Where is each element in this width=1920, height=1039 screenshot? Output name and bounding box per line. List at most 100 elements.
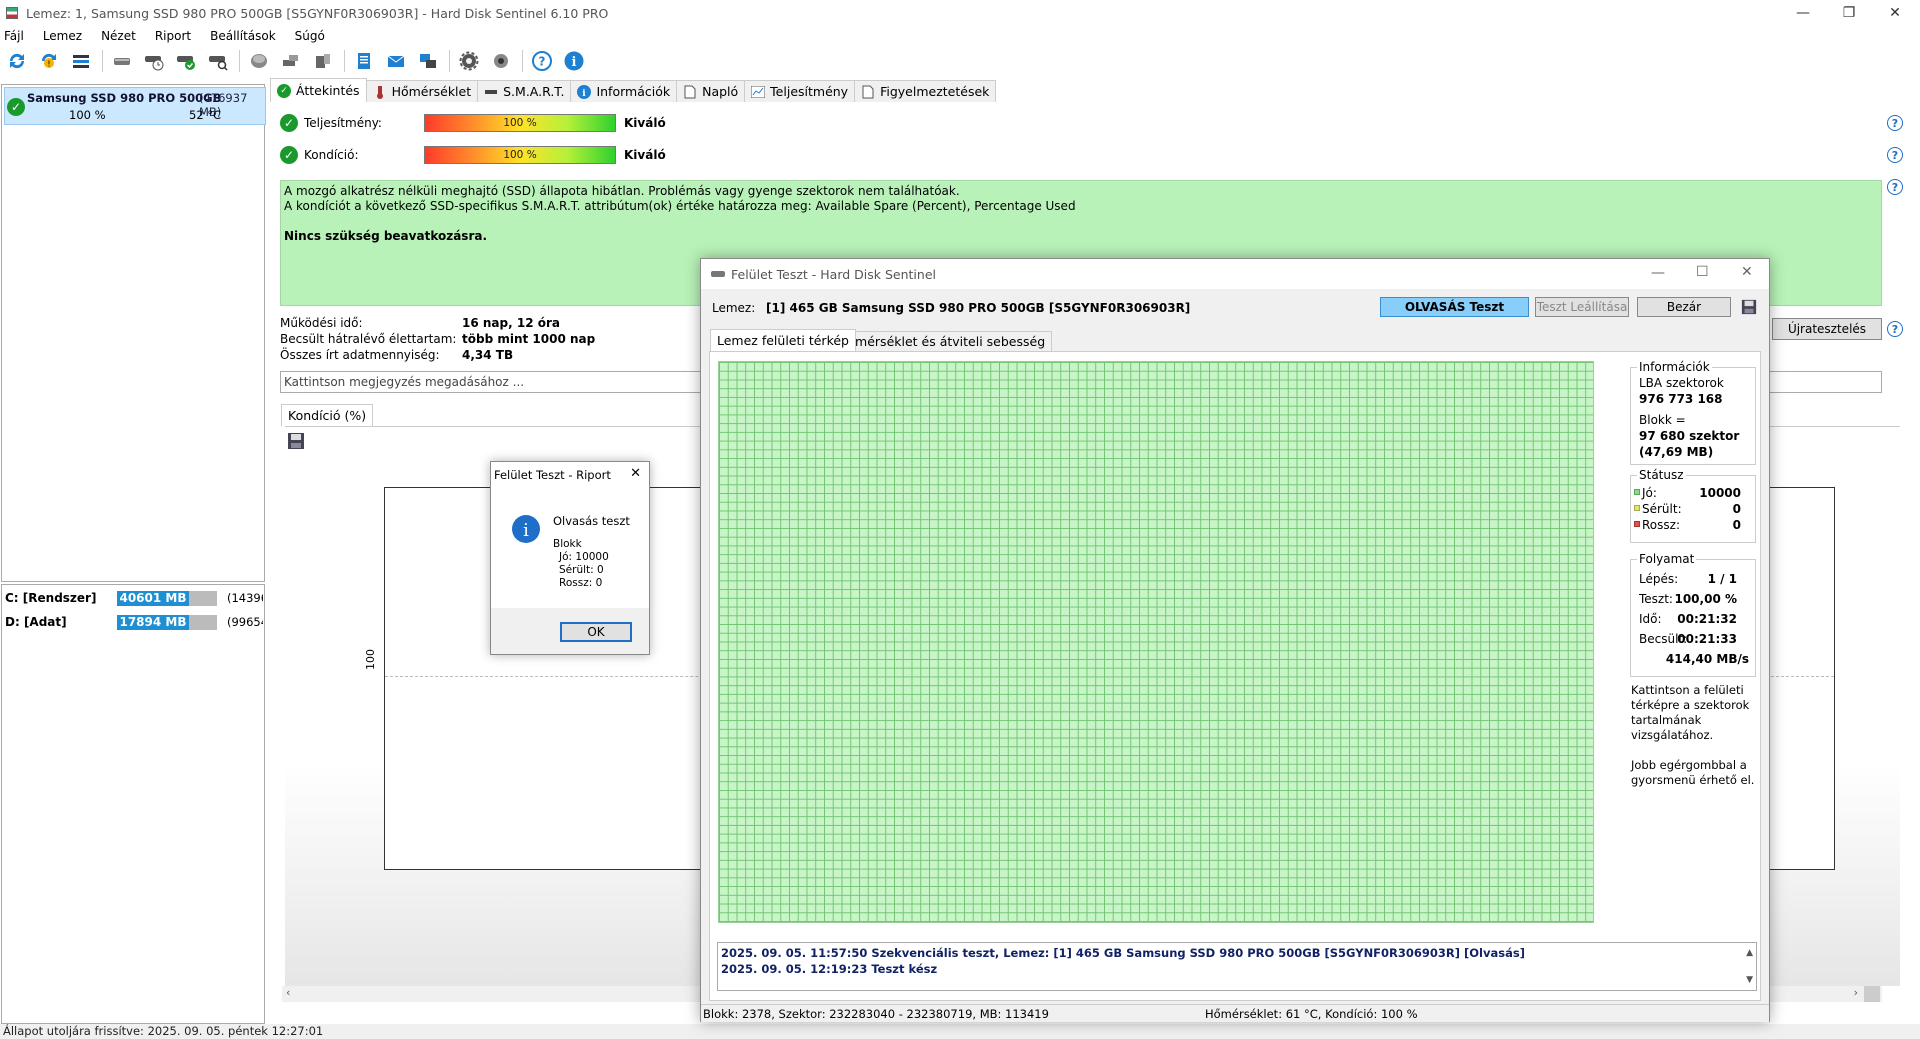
tab-condition-chart[interactable]: Kondíció (%) [281,404,374,426]
minimize-button[interactable]: — [1651,265,1665,281]
network-icon[interactable] [415,49,441,73]
left-panel: ✓ Samsung SSD 980 PRO 500GB (476937 MB) … [0,82,266,1024]
menu-view[interactable]: Nézet [101,29,136,43]
surface-map-grid[interactable] [718,361,1594,923]
settings-gear-icon[interactable] [456,49,482,73]
status-group: Státusz Jó: 10000 Sérült: 0 Rossz: 0 [1630,468,1756,543]
surface-test-log: 2025. 09. 05. 11:57:50 Szekvenciális tes… [717,942,1757,991]
menu-file[interactable]: Fájl [4,29,24,43]
usb-drive-icon[interactable] [278,49,304,73]
retest-button[interactable]: Újratesztelés [1772,318,1882,340]
window-title: Lemez: 1, Samsung SSD 980 PRO 500GB [S5G… [26,5,609,21]
report-dialog-title: Felület Teszt - Riport [494,468,611,482]
external-drive-icon[interactable] [310,49,336,73]
alert-settings-icon[interactable] [488,49,514,73]
help-icon[interactable]: ? [1887,147,1903,163]
condition-bar: 100 % [424,146,616,164]
minimize-button[interactable]: — [1780,0,1826,26]
tab-alerts[interactable]: Figyelmeztetések [854,80,997,102]
refresh-warning-icon[interactable]: ! [36,49,62,73]
y-axis-tick: 100 [364,649,377,670]
help-icon[interactable]: ? [529,49,555,73]
menu-disk[interactable]: Lemez [43,29,82,43]
close-button[interactable]: ✕ [1741,264,1753,280]
alerts-document-icon [861,85,875,99]
list-icon[interactable] [68,49,94,73]
help-icon[interactable]: ? [1887,179,1903,195]
close-dialog-icon[interactable]: ✕ [630,466,641,481]
uptime-value: 16 nap, 12 óra [462,316,560,330]
volume-item[interactable]: C: [Rendszer] 40601 MB (143960 [5,588,263,608]
surface-hint: Kattintson a felületi térképre a szektor… [1631,683,1755,787]
condition-label: Kondíció: [304,148,359,162]
maximize-button[interactable]: ☐ [1696,264,1709,280]
about-info-icon[interactable]: i [561,49,587,73]
close-surface-button[interactable]: Bezár [1637,297,1731,317]
tab-overview[interactable]: ✓ Áttekintés [270,78,367,102]
step-value: 1 / 1 [1707,572,1737,586]
uptime-label: Működési idő: [280,316,363,330]
disk-list-item[interactable]: ✓ Samsung SSD 980 PRO 500GB (476937 MB) … [4,87,266,125]
volume-used: 40601 MB [117,591,189,606]
refresh-icon[interactable] [4,49,30,73]
condition-rating: Kiváló [624,148,666,162]
information-icon: i [511,514,541,547]
ok-button[interactable]: OK [560,622,632,642]
help-icon[interactable]: ? [1887,321,1903,337]
tab-information[interactable]: i Információk [570,80,678,102]
save-icon[interactable] [1741,299,1757,318]
performance-label: Teljesítmény: [304,116,382,130]
estimated-time: 00:21:33 [1677,632,1737,646]
surface-test-title: Felület Teszt - Hard Disk Sentinel [731,266,936,282]
disk-label: Lemez: [712,301,756,315]
damaged-legend-icon [1634,505,1640,511]
save-icon[interactable] [287,432,305,453]
stop-test-button[interactable]: Teszt Leállítása [1535,297,1629,317]
svg-text:?: ? [539,55,546,69]
lifetime-label: Becsült hátralévő élettartam: [280,332,457,346]
damaged-count: 0 [1732,502,1741,516]
toolbar: ! ? i [0,47,1920,75]
tab-temperature[interactable]: Hőmérséklet [365,80,479,102]
tab-log[interactable]: Napló [676,80,746,102]
test-progress: 100,00 % [1674,592,1737,606]
disk-value: [1] 465 GB Samsung SSD 980 PRO 500GB [S5… [766,301,1191,315]
disk-icon[interactable] [109,49,135,73]
help-icon[interactable]: ? [1887,115,1903,131]
restore-button[interactable]: ❐ [1826,0,1872,26]
menu-settings[interactable]: Beállítások [210,29,276,43]
report-dialog-body: i Olvasás teszt Blokk Jó: 10000 Sérült: … [491,488,649,608]
block-status: Blokk: 2378, Szektor: 232283040 - 232380… [703,1007,1049,1021]
disk-clock-icon[interactable] [141,49,167,73]
tab-smart[interactable]: S.M.A.R.T. [477,80,572,102]
volume-total: (99654 I [227,615,263,629]
disk-check-icon[interactable] [173,49,199,73]
svg-text:i: i [572,55,577,70]
bad-legend-icon [1634,521,1640,527]
block-label: Blokk = [1639,413,1686,427]
lba-label: LBA szektorok [1639,376,1724,390]
menu-help[interactable]: Súgó [295,29,325,43]
scroll-up-icon[interactable]: ▲ [1746,945,1753,961]
block-value: 97 680 szektor [1639,429,1740,443]
drive-icon[interactable] [246,49,272,73]
menu-report[interactable]: Riport [155,29,191,43]
tab-surface-map[interactable]: Lemez felületi térkép [710,329,856,351]
transfer-speed: 414,40 MB/s [1665,652,1749,666]
report-icon[interactable] [351,49,377,73]
temp-condition-status: Hőmérséklet: 61 °C, Kondíció: 100 % [1205,1007,1418,1021]
dialog-details: Blokk Jó: 10000 Sérült: 0 Rossz: 0 [553,538,609,589]
surface-status-bar: Blokk: 2378, Szektor: 232283040 - 232380… [701,1004,1769,1022]
read-test-button[interactable]: OLVASÁS Teszt [1380,297,1529,317]
email-icon[interactable] [383,49,409,73]
surface-test-titlebar: Felület Teszt - Hard Disk Sentinel — ☐ ✕ [701,259,1769,289]
tab-performance[interactable]: Teljesítmény [744,80,856,102]
performance-bar: 100 % [424,114,616,132]
tab-temp-speed[interactable]: Hőmérséklet és átviteli sebesség [831,331,1053,351]
close-button[interactable]: ✕ [1872,0,1918,26]
log-entry: 2025. 09. 05. 12:19:23 Teszt kész [721,962,938,976]
volume-item[interactable]: D: [Adat] 17894 MB (99654 I [5,612,263,632]
disk-search-icon[interactable] [205,49,231,73]
scroll-down-icon[interactable]: ▼ [1746,972,1753,988]
chart-icon [751,85,766,99]
